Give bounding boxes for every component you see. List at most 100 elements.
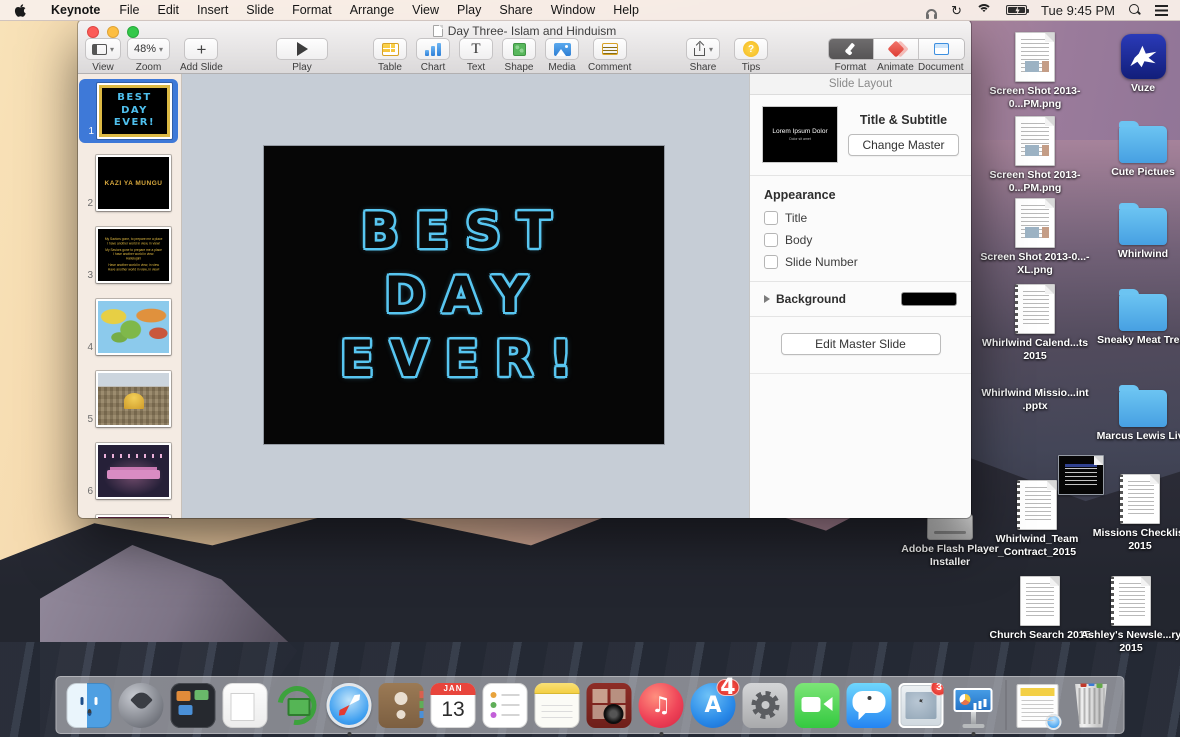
table-button[interactable]: Table — [373, 38, 407, 73]
slide-thumbnail-2[interactable]: 2 KAZI YA MUNGU — [78, 151, 181, 215]
menu-format[interactable]: Format — [283, 0, 341, 21]
document-tab[interactable] — [919, 39, 964, 59]
checkbox[interactable] — [764, 233, 778, 247]
share-button[interactable]: ▾ Share — [686, 38, 720, 73]
dock-messages-icon[interactable] — [847, 683, 892, 728]
checkbox[interactable] — [764, 211, 778, 225]
battery-charging-icon[interactable] — [1006, 5, 1027, 15]
format-brush-icon — [844, 42, 858, 56]
slide-thumbnail-1[interactable]: 1 BEST DAY EVER! — [79, 79, 178, 143]
time-machine-icon[interactable]: ↻ — [951, 0, 962, 21]
dock-mail-icon[interactable]: 3 — [899, 683, 944, 728]
menu-edit[interactable]: Edit — [148, 0, 188, 21]
slide-number-checkbox-row[interactable]: Slide Number — [764, 255, 957, 269]
dock-finder-icon[interactable] — [67, 683, 112, 728]
dock-system-preferences-icon[interactable] — [743, 683, 788, 728]
desktop-icon-whirlwind-folder[interactable]: Whirlwind — [1085, 200, 1180, 261]
menu-arrange[interactable]: Arrange — [341, 0, 403, 21]
dock-screen-mirroring-app-icon[interactable] — [275, 683, 320, 728]
desktop-icon-marcus-lewis-live[interactable]: Marcus Lewis Live — [1085, 382, 1180, 443]
dock-reminders-icon[interactable] — [483, 683, 528, 728]
desktop-icon-screenshot-2[interactable]: Screen Shot 2013-0...PM.png — [977, 116, 1093, 195]
title-checkbox-row[interactable]: Title — [764, 211, 957, 225]
media-button[interactable]: Media — [545, 38, 579, 73]
dock-notes-icon[interactable] — [535, 683, 580, 728]
table-icon — [382, 43, 399, 56]
desktop-icon-vuze[interactable]: Vuze — [1085, 34, 1180, 95]
desktop: Screen Shot 2013-0...PM.png Vuze Screen … — [0, 0, 1180, 737]
tips-button[interactable]: ? Tips — [734, 38, 768, 73]
shape-button[interactable]: Shape — [502, 38, 536, 73]
chart-icon — [425, 43, 442, 56]
dock-photo-booth-icon[interactable] — [587, 683, 632, 728]
slide-canvas[interactable]: BEST DAY EVER! — [182, 74, 749, 518]
checkbox[interactable] — [764, 255, 778, 269]
dock-keynote-icon[interactable] — [951, 683, 996, 728]
menu-slide[interactable]: Slide — [237, 0, 283, 21]
slide-thumbnail-4[interactable]: 4 — [78, 295, 181, 359]
dock-app-store-icon[interactable]: A 4 — [691, 683, 736, 728]
desktop-icon-whirlwind-missions-pptx[interactable]: Whirlwind Missio...int .pptx — [977, 384, 1093, 413]
menu-view[interactable]: View — [403, 0, 448, 21]
menu-help[interactable]: Help — [604, 0, 648, 21]
slide-thumbnail-7[interactable]: 7 — [78, 511, 181, 518]
dock-safari-icon[interactable] — [327, 683, 372, 728]
text-button[interactable]: T Text — [459, 38, 493, 73]
audio-device-icon[interactable] — [926, 9, 937, 16]
body-checkbox-row[interactable]: Body — [764, 233, 957, 247]
chart-button[interactable]: Chart — [416, 38, 450, 73]
slide-thumbnail-3[interactable]: 3 My Saviors gone, to prepare me a place… — [78, 223, 181, 287]
dock-minimized-document-icon[interactable] — [1017, 683, 1062, 728]
menu-window[interactable]: Window — [542, 0, 604, 21]
background-row[interactable]: Background — [750, 282, 971, 317]
media-icon — [554, 43, 571, 56]
menu-insert[interactable]: Insert — [188, 0, 237, 21]
menu-play[interactable]: Play — [448, 0, 490, 21]
window-titlebar: Day Three- Islam and Hinduism ▾ View 48%… — [78, 20, 971, 74]
zoom-control[interactable]: 48%▾ Zoom — [127, 38, 170, 73]
dock-pages-icon[interactable] — [223, 683, 268, 728]
disclosure-triangle-icon[interactable] — [764, 295, 770, 303]
menu-share[interactable]: Share — [490, 0, 541, 21]
menu-file[interactable]: File — [110, 0, 148, 21]
desktop-icon-whirlwind-calendar[interactable]: Whirlwind Calend...ts 2015 — [977, 284, 1093, 363]
format-tab[interactable] — [829, 39, 874, 59]
slide-thumbnail-6[interactable]: 6 — [78, 439, 181, 503]
background-color-well[interactable] — [901, 292, 957, 306]
desktop-icon-sneaky-meat-treat[interactable]: Sneaky Meat Treat — [1085, 286, 1180, 347]
desktop-icon-cute-pictures[interactable]: Cute Pictues — [1085, 118, 1180, 179]
dock-launchpad-icon[interactable] — [119, 683, 164, 728]
notification-center-icon[interactable] — [1155, 5, 1168, 16]
change-master-button[interactable]: Change Master — [848, 134, 958, 156]
comment-button[interactable]: Comment — [588, 38, 631, 73]
current-slide[interactable]: BEST DAY EVER! — [263, 145, 665, 445]
desktop-icon-missions-checklist[interactable]: Missions Checklist 2015 — [1082, 474, 1180, 553]
dock-calendar-icon[interactable]: JAN 13 — [431, 683, 476, 728]
view-button[interactable]: ▾ View — [85, 38, 121, 73]
animate-tab[interactable] — [874, 39, 919, 59]
desktop-icon-whirlwind-team-contract[interactable]: Whirlwind_Team _Contract_2015 — [979, 480, 1095, 559]
desktop-icon-screenshot-3[interactable]: Screen Shot 2013-0...-XL.png — [977, 198, 1093, 277]
slide-thumbnail-5[interactable]: 5 — [78, 367, 181, 431]
desktop-icon-screenshot-1[interactable]: Screen Shot 2013-0...PM.png — [977, 32, 1093, 111]
dock-contacts-icon[interactable] — [379, 683, 424, 728]
apple-menu-icon[interactable] — [14, 4, 27, 17]
wifi-icon[interactable] — [976, 4, 992, 16]
dock-facetime-icon[interactable] — [795, 683, 840, 728]
desktop-icon-ashleys-newsletter[interactable]: Ashley's Newsle...ry 2015 — [1073, 576, 1180, 655]
spotlight-icon[interactable] — [1129, 4, 1141, 16]
dock-mission-control-icon[interactable] — [171, 683, 216, 728]
master-thumbnail[interactable]: Lorem Ipsum Dolor Dolor sit amet — [762, 106, 838, 163]
add-slide-button[interactable]: + Add Slide — [180, 38, 223, 73]
edit-master-slide-button[interactable]: Edit Master Slide — [781, 333, 941, 355]
format-inspector: Slide Layout Lorem Ipsum Dolor Dolor sit… — [749, 74, 971, 518]
image-document-icon — [1015, 116, 1055, 166]
menu-bar-clock[interactable]: Tue 9:45 PM — [1041, 0, 1115, 21]
dock-divider — [1006, 680, 1007, 730]
frog-icon — [1129, 45, 1157, 69]
play-button[interactable]: Play — [276, 38, 328, 73]
dock-itunes-icon[interactable]: ♫ — [639, 683, 684, 728]
dock-trash-icon[interactable] — [1069, 683, 1114, 728]
menu-app-name[interactable]: Keynote — [41, 0, 110, 21]
document-proxy-icon — [433, 25, 443, 37]
